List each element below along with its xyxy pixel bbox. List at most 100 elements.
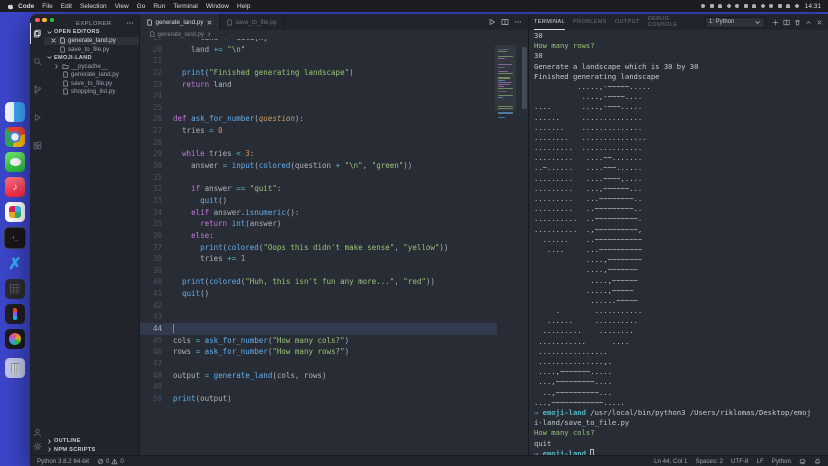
editor-scrollbar[interactable] bbox=[522, 47, 527, 109]
menu-item-help[interactable]: Help bbox=[233, 3, 254, 10]
code-area[interactable]: 19 land += data[n]20 land += "\n"2122 pr… bbox=[140, 39, 528, 455]
menu-item-window[interactable]: Window bbox=[202, 3, 233, 10]
feedback-button[interactable] bbox=[799, 458, 806, 465]
code-line-23[interactable]: 23 return land bbox=[140, 79, 497, 91]
code-line-43[interactable]: 43 bbox=[140, 311, 497, 323]
code-line-39[interactable]: 39 bbox=[140, 265, 497, 277]
run-python-file[interactable] bbox=[488, 14, 496, 31]
code-line-33[interactable]: 33 quit() bbox=[140, 195, 497, 207]
workspace-folder-header[interactable]: EMOJI-LAND bbox=[44, 54, 139, 63]
activity-source-control[interactable] bbox=[31, 79, 44, 100]
tree-item-file[interactable]: shopping_list.py bbox=[44, 88, 139, 97]
menu-item-go[interactable]: Go bbox=[133, 3, 150, 10]
dock-pinwheel-icon[interactable] bbox=[5, 329, 25, 349]
code-line-44[interactable]: 44 bbox=[140, 323, 497, 335]
code-line-47[interactable]: 47 bbox=[140, 358, 497, 370]
dock-terminal-icon[interactable] bbox=[4, 227, 26, 249]
shell-selector-dropdown[interactable]: 1: Python bbox=[705, 17, 765, 28]
code-line-34[interactable]: 34 elif answer.isnumeric(): bbox=[140, 207, 497, 219]
panel-tab-terminal[interactable]: TERMINAL bbox=[534, 14, 565, 30]
python-version-indicator[interactable]: Python 3.8.2 64-bit bbox=[37, 458, 89, 465]
code-line-49[interactable]: 49 bbox=[140, 381, 497, 393]
menubar-clock[interactable]: 14:31 bbox=[805, 3, 821, 10]
open-editor-item[interactable]: save_to_file.py bbox=[44, 45, 139, 54]
code-line-50[interactable]: 50print(output) bbox=[140, 393, 497, 405]
dock-chrome-icon[interactable] bbox=[5, 127, 25, 147]
panel-tab-problems[interactable]: PROBLEMS bbox=[573, 14, 607, 30]
dock-calculator-icon[interactable] bbox=[5, 279, 25, 299]
menubar-status-icon[interactable] bbox=[701, 4, 705, 8]
code-line-24[interactable]: 24 bbox=[140, 90, 497, 102]
code-line-25[interactable]: 25 bbox=[140, 102, 497, 114]
code-line-31[interactable]: 31 bbox=[140, 172, 497, 184]
code-line-21[interactable]: 21 bbox=[140, 55, 497, 67]
problems-indicator[interactable]: 00 bbox=[97, 458, 124, 465]
apple-menu-icon[interactable] bbox=[7, 3, 14, 10]
code-line-26[interactable]: 26def ask_for_number(question): bbox=[140, 113, 497, 125]
dock-slack-icon[interactable] bbox=[5, 202, 25, 222]
menubar-status-icon[interactable] bbox=[752, 4, 756, 8]
menubar-status-icon[interactable] bbox=[778, 4, 782, 8]
editor-tab[interactable]: generate_land.py bbox=[140, 14, 220, 30]
menu-item-edit[interactable]: Edit bbox=[57, 3, 76, 10]
menu-item-file[interactable]: File bbox=[38, 3, 56, 10]
close-icon[interactable] bbox=[50, 37, 57, 44]
maximize-window-button[interactable] bbox=[50, 18, 55, 23]
close-panel[interactable] bbox=[816, 14, 823, 31]
activity-extensions[interactable] bbox=[31, 135, 44, 156]
code-line-29[interactable]: 29 while tries < 3: bbox=[140, 148, 497, 160]
menubar-status-icon[interactable] bbox=[710, 4, 714, 8]
status-eol[interactable]: LF bbox=[757, 458, 764, 465]
minimize-window-button[interactable] bbox=[42, 18, 47, 23]
split-editor[interactable] bbox=[501, 14, 509, 31]
panel-tab-output[interactable]: OUTPUT bbox=[615, 14, 640, 30]
code-line-45[interactable]: 45cols = ask_for_number("How many cols?"… bbox=[140, 335, 497, 347]
split-terminal[interactable] bbox=[783, 14, 790, 31]
notifications-bell-button[interactable] bbox=[814, 458, 821, 465]
open-editor-item[interactable]: generate_land.py bbox=[44, 37, 139, 46]
maximize-panel[interactable] bbox=[805, 14, 812, 31]
menu-item-view[interactable]: View bbox=[111, 3, 133, 10]
menubar-status-icon[interactable] bbox=[726, 3, 731, 8]
menu-item-terminal[interactable]: Terminal bbox=[169, 3, 202, 10]
close-icon[interactable] bbox=[206, 19, 213, 26]
sidebar-section-outline[interactable]: OUTLINE bbox=[44, 437, 139, 446]
dock-trash-icon[interactable] bbox=[5, 358, 25, 378]
panel-tab-debug-console[interactable]: DEBUG CONSOLE bbox=[648, 14, 697, 30]
menubar-status-icon[interactable] bbox=[786, 4, 790, 8]
code-line-20[interactable]: 20 land += "\n" bbox=[140, 44, 497, 56]
minimap[interactable] bbox=[498, 49, 513, 119]
dock-vscode-icon[interactable] bbox=[5, 254, 25, 274]
menubar-status-icon[interactable] bbox=[794, 3, 799, 8]
activity-debug[interactable] bbox=[31, 107, 44, 128]
menu-item-code[interactable]: Code bbox=[14, 3, 38, 10]
dock-finder-icon[interactable] bbox=[5, 102, 25, 122]
status-cursor-position[interactable]: Ln 44, Col 1 bbox=[654, 458, 687, 465]
tree-item-folder[interactable]: __pycache__ bbox=[44, 62, 139, 71]
open-editors-header[interactable]: OPEN EDITORS bbox=[44, 28, 139, 37]
menubar-status-icon[interactable] bbox=[718, 4, 722, 8]
code-line-22[interactable]: 22 print("Finished generating landscape"… bbox=[140, 67, 497, 79]
status-indentation[interactable]: Spaces: 2 bbox=[695, 458, 723, 465]
menubar-status-icon[interactable] bbox=[744, 4, 748, 8]
code-line-37[interactable]: 37 print(colored("Oops this didn't make … bbox=[140, 242, 497, 254]
code-line-36[interactable]: 36 else: bbox=[140, 230, 497, 242]
code-line-30[interactable]: 30 answer = input(colored(question + "\n… bbox=[140, 160, 497, 172]
activity-gear[interactable] bbox=[31, 440, 44, 453]
activity-search[interactable] bbox=[31, 51, 44, 72]
code-line-42[interactable]: 42 bbox=[140, 300, 497, 312]
menu-item-selection[interactable]: Selection bbox=[76, 3, 111, 10]
code-line-46[interactable]: 46rows = ask_for_number("How many rows?"… bbox=[140, 346, 497, 358]
dock-music-icon[interactable] bbox=[5, 177, 25, 197]
code-line-38[interactable]: 38 tries += 1 bbox=[140, 253, 497, 265]
terminal-output[interactable]: 30How many rows?30Generate a landscape w… bbox=[534, 31, 826, 455]
code-line-40[interactable]: 40 print(colored("Huh, this isn't fun an… bbox=[140, 276, 497, 288]
activity-account[interactable] bbox=[31, 426, 44, 439]
menubar-status-icon[interactable] bbox=[769, 4, 773, 8]
close-window-button[interactable] bbox=[35, 18, 40, 23]
breadcrumb-item[interactable]: generate_land.py bbox=[158, 32, 204, 38]
code-line-32[interactable]: 32 if answer == "quit": bbox=[140, 183, 497, 195]
new-terminal[interactable] bbox=[772, 14, 779, 31]
code-line-48[interactable]: 48output = generate_land(cols, rows) bbox=[140, 370, 497, 382]
code-line-35[interactable]: 35 return int(answer) bbox=[140, 218, 497, 230]
